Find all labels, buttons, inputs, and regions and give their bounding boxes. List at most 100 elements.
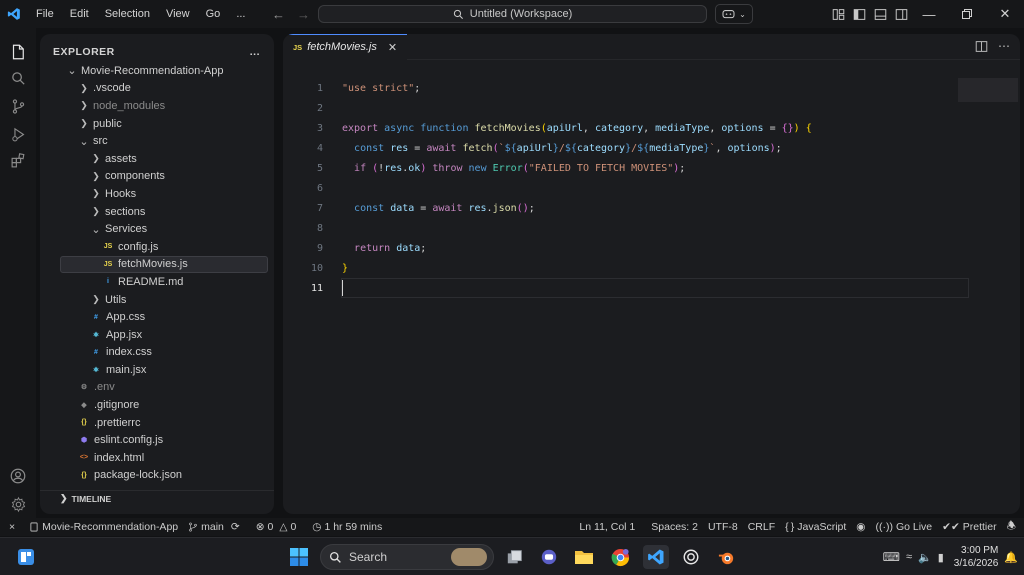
cursor-position[interactable]: Ln 11, Col 1 [574,518,640,536]
project-indicator[interactable]: Movie-Recommendation-App [24,518,183,536]
tree-file[interactable]: ⚛ main.jsx [40,361,274,379]
taskbar-search[interactable]: Search [320,544,494,570]
tree-folder[interactable]: ❯ .vscode [40,80,274,98]
tree-folder[interactable]: ❯ assets [40,150,274,168]
keyboard-icon[interactable]: ⌨ [883,550,900,564]
language-mode[interactable]: { } JavaScript [780,518,851,536]
vscode-taskbar-icon[interactable] [643,545,669,569]
volume-icon[interactable]: 🔈 [918,551,932,564]
tree-file[interactable]: {} package-lock.json [40,467,274,485]
tree-file[interactable]: JS fetchMovies.js [60,255,268,274]
file-explorer-icon[interactable] [572,545,596,569]
forward-arrow-icon[interactable]: → [297,7,310,22]
tree-file[interactable]: ⬢ eslint.config.js [40,431,274,449]
chatgpt-icon[interactable] [679,545,703,569]
start-button-icon[interactable] [287,545,311,569]
code-token: , [709,122,722,134]
tree-folder[interactable]: ❯ sections [40,203,274,221]
code-line[interactable]: 5 if (!res.ok) throw new Error("FAILED T… [283,158,1020,178]
tree-folder[interactable]: ⌄ Services [40,220,274,238]
code-line[interactable]: 11 [283,278,1020,298]
code-token: = [763,122,782,134]
branch-indicator[interactable]: main ⟳ [183,518,245,536]
menu-selection[interactable]: Selection [97,0,158,28]
account-icon[interactable] [8,466,28,486]
tree-file[interactable]: ⚙ .env [40,379,274,397]
tree-file[interactable]: ◆ .gitignore [40,396,274,414]
task-view-icon[interactable] [503,545,527,569]
vscode-logo-icon[interactable] [0,0,28,28]
tree-file[interactable]: # index.css [40,344,274,362]
code-line[interactable]: 10} [283,258,1020,278]
widgets-icon[interactable] [14,545,38,569]
source-control-icon[interactable] [8,96,28,116]
close-icon[interactable]: ✕ [388,41,397,54]
split-editor-icon[interactable] [975,40,988,53]
tree-file[interactable]: i README.md [40,273,274,291]
clock[interactable]: 3:00 PM 3/16/2026 [954,544,999,570]
blender-icon[interactable] [714,545,738,569]
more-actions-icon[interactable]: ⋯ [998,40,1010,53]
remote-indicator[interactable]: × [0,518,24,536]
code-line[interactable]: 8 [283,218,1020,238]
sync-icon[interactable]: ⟳ [231,521,240,533]
toggle-sidebar-icon[interactable] [853,8,866,21]
menu-go[interactable]: Go [198,0,229,28]
search-view-icon[interactable] [8,68,28,88]
menu-edit[interactable]: Edit [62,0,97,28]
tree-folder[interactable]: ❯ public [40,115,274,133]
copilot-status[interactable]: ◉ [851,518,870,536]
go-live-button[interactable]: ((·)) Go Live [870,518,937,536]
problems-indicator[interactable]: ⊗ 0 △ 0 [251,518,302,536]
explorer-more-button[interactable]: ... [250,46,260,58]
indentation[interactable]: Spaces: 2 [646,518,703,536]
copilot-button[interactable]: ⌄ [715,4,753,24]
code-line[interactable]: 7 const data = await res.json(); [283,198,1020,218]
tree-folder[interactable]: ❯ components [40,168,274,186]
code-view[interactable]: 1 "use strict"; 2 3 export async function fe… [283,78,1020,298]
tree-folder[interactable]: ❯ Hooks [40,185,274,203]
code-line[interactable]: 3 export async function fetchMovies(apiUr… [283,118,1020,138]
tree-folder[interactable]: ❯ node_modules [40,97,274,115]
command-center[interactable]: Untitled (Workspace) [318,5,707,23]
toggle-panel-icon[interactable] [874,8,887,21]
tree-folder[interactable]: ❯ Utils [40,291,274,309]
notifications-button[interactable]: 🕭 [1002,518,1024,536]
run-debug-icon[interactable] [8,124,28,144]
settings-gear-icon[interactable] [8,494,28,514]
close-window-button[interactable]: ✕ [986,0,1024,28]
code-line[interactable]: 9 return data; [283,238,1020,258]
code-line[interactable]: 2 [283,98,1020,118]
tree-file[interactable]: ⚛ App.jsx [40,326,274,344]
tree-folder[interactable]: ⌄ Movie-Recommendation-App [40,62,274,80]
battery-icon[interactable]: ▮ [938,551,944,564]
wifi-icon[interactable]: ≈ [906,551,912,563]
back-arrow-icon[interactable]: ← [272,7,285,22]
time-tracker[interactable]: ◷ 1 hr 59 mins [307,518,387,536]
tree-file[interactable]: {} .prettierrc [40,414,274,432]
customize-layout-icon[interactable] [832,8,845,21]
toggle-secondary-sidebar-icon[interactable] [895,8,908,21]
prettier-status[interactable]: ✔✔ Prettier [937,518,1001,536]
minimize-button[interactable]: — [910,0,948,28]
tree-file[interactable]: <> index.html [40,449,274,467]
chat-app-icon[interactable] [537,545,561,569]
tree-file[interactable]: # App.css [40,308,274,326]
tree-folder[interactable]: ⌄ src [40,132,274,150]
code-line[interactable]: 4 const res = await fetch(`${apiUrl}/${c… [283,138,1020,158]
extensions-icon[interactable] [8,150,28,170]
encoding[interactable]: UTF-8 [703,518,743,536]
code-line[interactable]: 6 [283,178,1020,198]
chrome-icon[interactable] [608,545,632,569]
tree-file[interactable]: JS config.js [40,238,274,256]
tab-fetchmovies[interactable]: JS fetchMovies.js ✕ [283,34,408,60]
timeline-section[interactable]: ❯ TIMELINE [40,490,274,506]
notification-center-icon[interactable]: 🔔 [1004,551,1018,564]
menu-more[interactable]: ... [228,0,253,28]
code-line[interactable]: 1 "use strict"; [283,78,1020,98]
line-ending[interactable]: CRLF [743,518,780,536]
restore-button[interactable] [948,0,986,28]
explorer-icon[interactable] [8,42,28,62]
menu-view[interactable]: View [158,0,198,28]
menu-file[interactable]: File [28,0,62,28]
